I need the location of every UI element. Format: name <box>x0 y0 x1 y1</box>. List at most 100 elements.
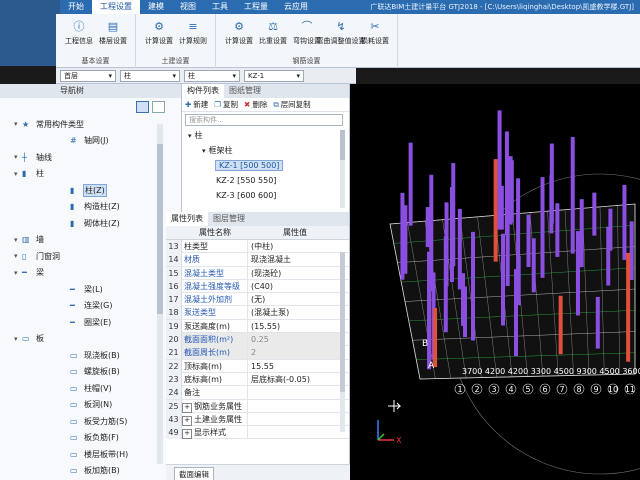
nav-tree-item[interactable]: ▭ 板负筋(F) <box>0 430 181 447</box>
column-mark[interactable] <box>549 175 554 234</box>
property-row[interactable]: 21 截面周长(m) 2 <box>166 346 349 360</box>
component-search-input[interactable]: 搜索构件... <box>185 114 343 126</box>
list-view-icon[interactable] <box>136 101 149 113</box>
property-row[interactable]: 16 混凝土强度等级 (C40) <box>166 279 349 294</box>
column-mark[interactable] <box>408 142 413 226</box>
property-value[interactable]: (无) <box>248 293 342 306</box>
floor-select[interactable]: 首层 ▾ <box>60 69 116 82</box>
column-mark[interactable] <box>526 214 531 267</box>
ribbon-button[interactable]: ⚙ 计算设置 <box>142 18 176 46</box>
chevron-down-icon[interactable]: ▾ <box>14 269 22 277</box>
column-mark[interactable] <box>508 156 513 225</box>
property-row[interactable]: 23 底标高(m) 层底标高(-0.05) <box>166 372 349 387</box>
nav-tree-item[interactable]: ▭ 柱帽(V) <box>0 380 181 397</box>
nav-tree-item[interactable]: ▭ 板受力筋(S) <box>0 413 181 430</box>
nav-tree-item[interactable]: ━ 梁(L) <box>0 281 181 298</box>
property-value[interactable] <box>248 413 342 426</box>
3d-viewport[interactable]: 1 2 3 4 5 6 7 8 9 10 11 3700 4200 4200 3300 4500 93… <box>350 84 640 480</box>
column-mark[interactable] <box>497 110 502 230</box>
property-row[interactable]: 14 材质 现浇混凝土 <box>166 253 349 267</box>
property-row[interactable]: 24 备注 <box>166 386 349 400</box>
nav-tree-item[interactable]: # 轴网(J) <box>0 133 181 150</box>
property-row[interactable]: 20 截面面积(m²) 0.25 <box>166 333 349 347</box>
column-mark[interactable] <box>400 192 405 280</box>
chevron-down-icon[interactable]: ▾ <box>202 147 206 155</box>
menu-tab[interactable]: 工程设置 <box>92 0 140 14</box>
property-row[interactable]: 43土建业务属性 <box>166 412 349 427</box>
chevron-down-icon[interactable]: ▾ <box>14 236 22 244</box>
component-list-tab[interactable]: 构件列表 <box>182 84 224 98</box>
ribbon-button[interactable]: ✂ 损耗设置 <box>358 18 392 46</box>
column-mark[interactable] <box>555 203 560 257</box>
nav-tree-item[interactable]: ▮ 构造柱(Z) <box>0 199 181 216</box>
nav-tree-item[interactable]: ▭ 楼层板带(H) <box>0 446 181 463</box>
ribbon-button[interactable]: ⓘ 工程信息 <box>62 18 96 46</box>
nav-tree-item[interactable]: ▾ ▯ 门窗洞 <box>0 248 181 265</box>
new-button[interactable]: ✚ 新建 <box>185 99 208 110</box>
component-list-tab[interactable]: 图纸管理 <box>224 84 266 98</box>
chevron-down-icon[interactable]: ▾ <box>14 170 22 178</box>
column-mark[interactable] <box>540 177 545 278</box>
section-edit-tab[interactable]: 截面编辑 <box>174 467 214 480</box>
property-tab[interactable]: 图层管理 <box>208 212 250 226</box>
property-row[interactable]: 13 柱类型 (中柱) <box>166 240 349 254</box>
column-mark[interactable] <box>592 192 597 236</box>
column-mark[interactable] <box>443 236 448 333</box>
nav-tree-item[interactable]: ▾ ┼ 轴线 <box>0 149 181 166</box>
nav-scrollbar[interactable] <box>157 124 163 464</box>
nav-tree-item[interactable]: ▾ ★ 常用构件类型 <box>0 116 181 133</box>
nav-tree-item[interactable]: ▾ ▭ 板 <box>0 331 181 348</box>
property-row[interactable]: 19 泵送高度(m) (15.55) <box>166 319 349 334</box>
property-row[interactable]: 22 顶标高(m) 15.55 <box>166 359 349 373</box>
chevron-down-icon[interactable]: ▾ <box>14 120 22 128</box>
column-mark[interactable] <box>514 269 519 357</box>
column-mark[interactable] <box>595 296 600 349</box>
property-value[interactable]: 15.55 <box>248 360 342 373</box>
component-select[interactable]: KZ-1 ▾ <box>244 69 304 82</box>
column-mark[interactable] <box>471 231 476 341</box>
column-mark[interactable] <box>433 307 438 368</box>
chevron-down-icon[interactable]: ▾ <box>14 153 22 161</box>
property-value[interactable]: 2 <box>248 346 342 360</box>
component-item[interactable]: ▾ 柱 <box>182 128 349 143</box>
menu-tab[interactable]: 工具 <box>204 0 236 14</box>
delete-button[interactable]: ✖ 删除 <box>244 99 267 110</box>
property-row[interactable]: 17 混凝土外加剂 (无) <box>166 293 349 307</box>
property-row[interactable]: 15 混凝土类型 (现浇砼) <box>166 266 349 280</box>
model-canvas[interactable]: 1 2 3 4 5 6 7 8 9 10 11 3700 4200 4200 3300 4500 93… <box>350 84 640 480</box>
property-value[interactable]: 层底标高(-0.05) <box>248 373 342 386</box>
nav-tree-item[interactable]: ▭ 螺旋板(B) <box>0 364 181 381</box>
nav-tree-item[interactable]: ▮ 柱(Z) <box>0 182 181 199</box>
ribbon-button[interactable]: ⚙ 计算设置 <box>222 18 256 46</box>
ribbon-button[interactable]: ≡ 计算规则 <box>176 18 210 46</box>
property-value[interactable]: (C40) <box>248 280 342 293</box>
column-mark[interactable] <box>558 295 563 355</box>
column-mark[interactable] <box>622 184 627 260</box>
component-item[interactable]: KZ-2 [550 550] <box>182 173 349 188</box>
column-mark[interactable] <box>429 174 434 292</box>
category-select[interactable]: 柱 ▾ <box>120 69 180 82</box>
column-mark[interactable] <box>575 231 580 316</box>
ribbon-button[interactable]: ↯ 弯曲调整值设置 <box>317 18 366 46</box>
chevron-down-icon[interactable]: ▾ <box>188 132 192 140</box>
nav-tree-item[interactable]: ▮ 砌体柱(Z) <box>0 215 181 232</box>
menu-tab[interactable]: 开始 <box>60 0 92 14</box>
column-mark[interactable] <box>425 207 430 248</box>
nav-tree-item[interactable]: ━ 连梁(G) <box>0 298 181 315</box>
column-mark[interactable] <box>608 208 613 251</box>
layer-copy-button[interactable]: ⧉ 层间复制 <box>273 99 310 110</box>
property-value[interactable]: 0.25 <box>248 333 342 347</box>
column-mark[interactable] <box>629 221 634 280</box>
column-mark[interactable] <box>626 252 631 362</box>
menu-tab[interactable]: 云应用 <box>276 0 316 14</box>
property-row[interactable]: 49显示样式 <box>166 426 349 440</box>
copy-button[interactable]: ❐ 复制 <box>214 99 238 110</box>
column-mark[interactable] <box>579 199 584 268</box>
nav-tree-item[interactable]: ━ 圈梁(E) <box>0 314 181 331</box>
ribbon-button[interactable]: ▤ 楼层设置 <box>96 18 130 46</box>
ribbon-button[interactable]: ⚖ 比重设置 <box>256 18 290 46</box>
nav-tree-item[interactable]: ▾ ▮ 柱 <box>0 166 181 183</box>
column-mark[interactable] <box>531 238 536 293</box>
menu-tab[interactable]: 建模 <box>140 0 172 14</box>
property-value[interactable] <box>248 426 342 439</box>
